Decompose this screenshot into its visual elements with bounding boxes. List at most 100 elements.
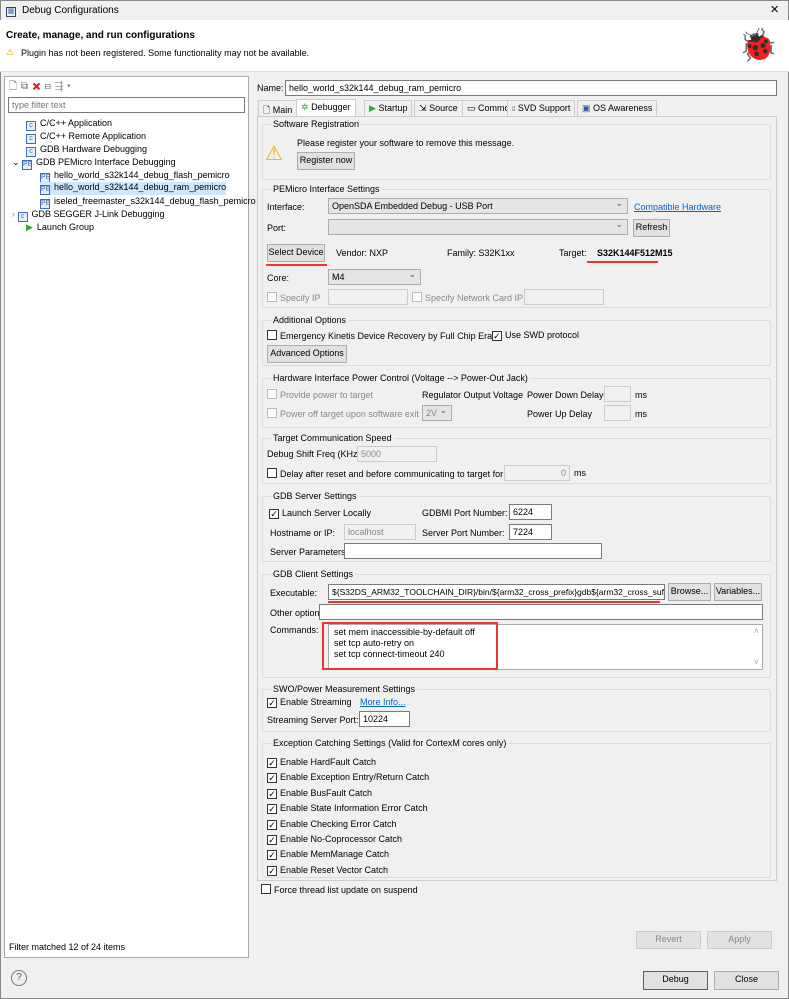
tree-item[interactable]: c C/C++ Application — [26, 118, 112, 131]
revert-button[interactable]: Revert — [636, 931, 701, 949]
ip-input[interactable] — [328, 289, 408, 305]
delay-checkbox[interactable]: Delay after reset and before communicati… — [267, 468, 503, 479]
server-params-label: Server Parameters: — [270, 547, 349, 557]
streaming-port-input[interactable]: 10224 — [359, 711, 410, 727]
voltage-select[interactable]: 2V — [422, 403, 452, 421]
exception-checkbox[interactable]: ✓ Enable BusFault Catch — [267, 786, 429, 801]
nic-input[interactable] — [524, 289, 604, 305]
bug-logo-icon: 🐞 — [738, 27, 778, 63]
collapse-all-icon[interactable]: ⊟ — [45, 81, 55, 92]
hostname-input[interactable]: localhost — [344, 524, 416, 540]
duplicate-icon[interactable]: ⧉ — [21, 81, 32, 92]
filter-status: Filter matched 12 of 24 items — [9, 942, 126, 952]
gdbmi-port-input[interactable]: 6224 — [509, 504, 552, 520]
interface-select[interactable]: OpenSDA Embedded Debug - USB Port — [328, 196, 628, 214]
register-now-button[interactable]: Register now — [297, 152, 355, 170]
checkbox-label: Enable No-Coprocessor Catch — [280, 834, 403, 845]
use-swd-checkbox[interactable]: ✓ Use SWD protocol — [492, 330, 579, 341]
close-button[interactable]: Close — [714, 971, 779, 990]
tab-source[interactable]: ⇲ Source — [414, 100, 463, 116]
tree-item-selected[interactable]: PE hello_world_s32k144_debug_ram_pemicro — [40, 182, 227, 195]
header-title: Create, manage, and run configurations — [6, 30, 195, 41]
specify-nic-checkbox[interactable]: Specify Network Card IP — [412, 292, 523, 303]
exception-checkbox[interactable]: ✓ Enable No-Coprocessor Catch — [267, 832, 429, 847]
filter-input[interactable]: type filter text — [8, 97, 245, 113]
tree-item[interactable]: c C/C++ Remote Application — [26, 131, 146, 144]
checkbox-label: Use SWD protocol — [505, 330, 580, 340]
tree-item[interactable]: c GDB Hardware Debugging — [26, 144, 147, 157]
exception-checkbox[interactable]: ✓ Enable Exception Entry/Return Catch — [267, 770, 429, 785]
server-port-input[interactable]: 7224 — [509, 524, 552, 540]
checkbox-label: Delay after reset and before communicati… — [280, 469, 504, 479]
scroll-up-icon[interactable]: ˄ — [754, 626, 759, 637]
red-underline — [587, 261, 658, 263]
tree-item[interactable]: PE iseled_freemaster_s32k144_debug_flash_… — [40, 196, 256, 209]
tree-item[interactable]: ▶ Launch Group — [26, 222, 94, 233]
name-input[interactable]: hello_world_s32k144_debug_ram_pemicro — [285, 80, 777, 96]
advanced-options-button[interactable]: Advanced Options — [267, 345, 347, 363]
c-app-icon: c — [26, 147, 36, 157]
new-config-icon[interactable]: 🗋 — [9, 81, 21, 92]
delete-icon[interactable]: ✖ — [32, 81, 44, 92]
specify-ip-checkbox[interactable]: Specify IP — [267, 292, 321, 303]
tree-item[interactable]: › c GDB SEGGER J-Link Debugging — [12, 209, 165, 222]
exception-checkbox[interactable]: ✓ Enable Reset Vector Catch — [267, 863, 429, 878]
exception-checkbox[interactable]: ✓ Enable MemManage Catch — [267, 847, 429, 862]
exception-checkbox[interactable]: ✓ Enable State Information Error Catch — [267, 801, 429, 816]
select-device-button[interactable]: Select Device — [267, 244, 325, 262]
checkbox-label: Enable State Information Error Catch — [280, 803, 428, 814]
enable-streaming-checkbox[interactable]: ✓ Enable Streaming — [267, 697, 352, 708]
force-thread-update-checkbox[interactable]: Force thread list update on suspend — [261, 884, 418, 895]
target-label: Target: — [559, 248, 587, 258]
chevron-down-icon[interactable]: ⌄ — [12, 157, 22, 167]
debug-button[interactable]: Debug — [643, 971, 708, 990]
launch-server-checkbox[interactable]: ✓ Launch Server Locally — [269, 508, 371, 519]
emergency-recovery-checkbox[interactable]: Emergency Kinetis Device Recovery by Ful… — [267, 330, 502, 341]
power-up-delay-input[interactable] — [604, 405, 631, 421]
port-select[interactable] — [328, 217, 628, 235]
core-select[interactable]: M4 — [328, 267, 421, 285]
group-title: Software Registration — [271, 119, 362, 129]
other-options-input[interactable] — [319, 604, 763, 620]
power-down-delay-input[interactable] — [604, 386, 631, 402]
browse-button[interactable]: Browse... — [668, 583, 711, 601]
name-label: Name: — [257, 83, 284, 93]
register-message: Please register your software to remove … — [297, 138, 515, 148]
compatible-hardware-link[interactable]: Compatible Hardware — [634, 202, 721, 212]
tree-item[interactable]: ⌄ PE GDB PEMicro Interface Debugging — [12, 157, 176, 170]
vendor-text: Vendor: NXP — [336, 248, 389, 258]
checkbox-label: Enable Streaming — [280, 697, 352, 707]
refresh-button[interactable]: Refresh — [633, 219, 670, 237]
provide-power-checkbox[interactable]: Provide power to target — [267, 389, 373, 400]
more-info-link[interactable]: More Info... — [360, 697, 406, 707]
tab-label: Debugger — [311, 102, 351, 112]
scroll-down-icon[interactable]: ˅ — [754, 657, 759, 668]
red-underline — [266, 264, 327, 266]
help-icon[interactable]: ? — [11, 970, 27, 986]
tab-os-awareness[interactable]: ▣ OS Awareness — [577, 100, 658, 116]
tab-startup[interactable]: ▶ Startup — [364, 100, 413, 116]
tab-main[interactable]: 🗋 Main — [258, 100, 298, 116]
filter-icon[interactable]: ⇶▾ — [55, 81, 75, 92]
exception-checkbox[interactable]: ✓ Enable HardFault Catch — [267, 755, 429, 770]
apply-button[interactable]: Apply — [707, 931, 772, 949]
tab-svd-support[interactable]: ⁞⁞ SVD Support — [507, 100, 576, 116]
checkbox-label: Enable Checking Error Catch — [280, 818, 397, 829]
swo-group: SWO/Power Measurement Settings — [262, 684, 771, 732]
server-params-input[interactable] — [344, 543, 602, 559]
regulator-voltage-label: Regulator Output Voltage — [422, 390, 524, 400]
executable-input[interactable]: ${S32DS_ARM32_TOOLCHAIN_DIR}/bin/${arm32… — [328, 584, 665, 600]
launch-icon: ▶ — [26, 222, 33, 232]
tab-label: OS Awareness — [593, 103, 653, 113]
freq-input[interactable]: 5000 — [357, 446, 437, 462]
variables-button[interactable]: Variables... — [714, 583, 762, 601]
close-window-button[interactable]: ✕ — [770, 3, 779, 16]
c-app-icon: c — [17, 212, 28, 222]
tab-label: Startup — [378, 103, 408, 113]
source-icon: ⇲ — [419, 103, 427, 113]
tab-debugger[interactable]: ✲ Debugger — [296, 99, 356, 117]
power-off-checkbox[interactable]: Power off target upon software exit — [267, 408, 419, 419]
svd-icon: ⁞⁞ — [512, 107, 516, 113]
delay-input[interactable]: 0 — [504, 465, 570, 481]
exception-checkbox[interactable]: ✓ Enable Checking Error Catch — [267, 817, 429, 832]
